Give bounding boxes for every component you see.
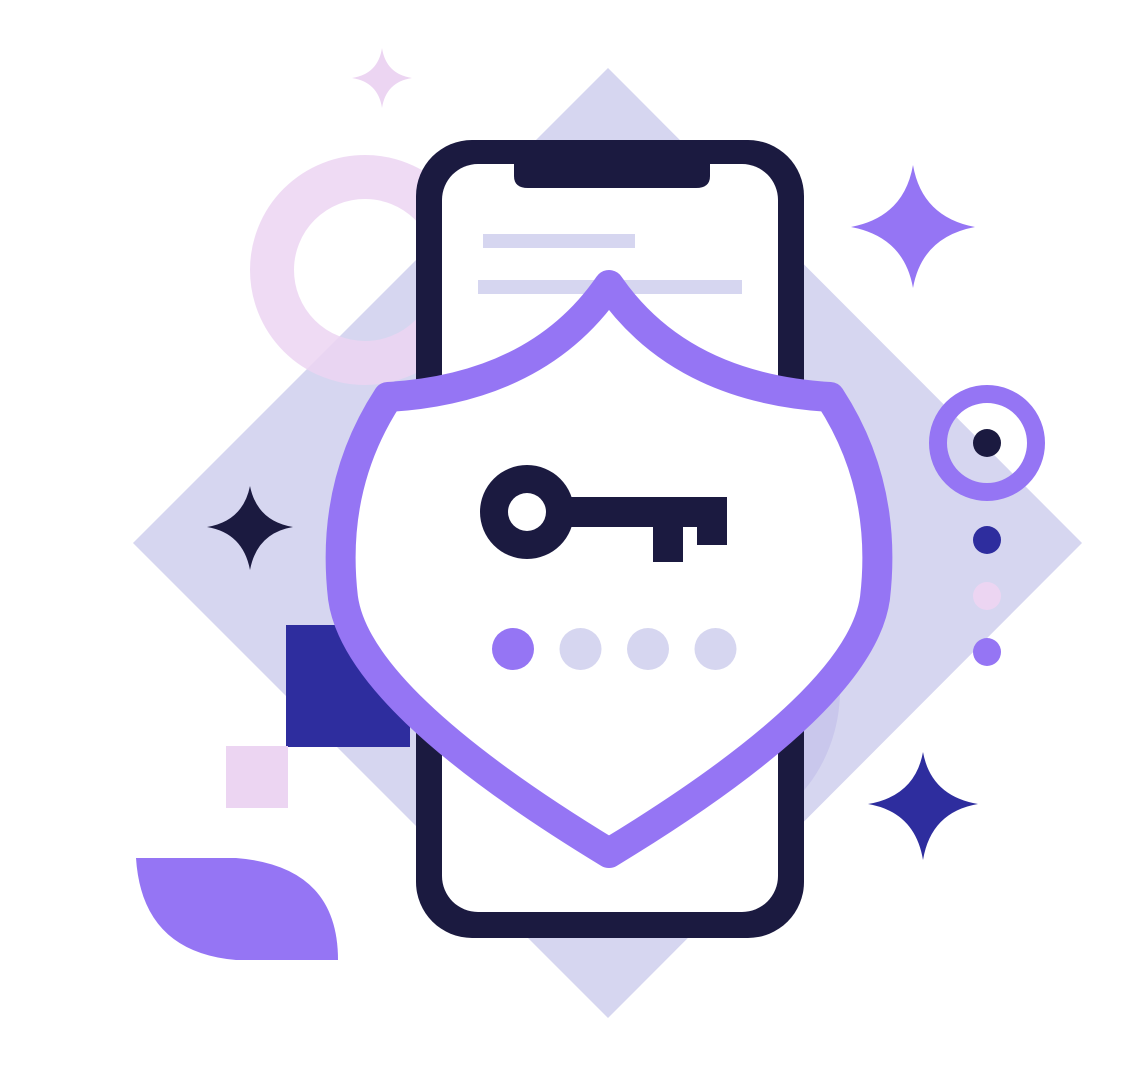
phone-notch xyxy=(514,156,710,188)
pink-square xyxy=(226,746,288,808)
pin-dot-filled-icon xyxy=(492,628,534,670)
ring-center-dot-icon xyxy=(973,429,1001,457)
navy-dot-icon xyxy=(973,526,1001,554)
pin-dot-empty-icon xyxy=(694,628,737,670)
pink-dot-icon xyxy=(973,582,1001,610)
security-illustration xyxy=(133,48,1082,1018)
purple-dot-icon xyxy=(973,638,1001,666)
key-tooth-1 xyxy=(653,520,683,562)
key-bow-hole xyxy=(508,493,546,531)
navy-sparkle-icon xyxy=(868,752,978,860)
screen-line-short xyxy=(483,234,635,248)
purple-leaf-icon xyxy=(136,858,338,960)
pin-dot-empty-icon xyxy=(627,628,669,670)
key-tooth-2 xyxy=(697,520,727,545)
illustration-canvas xyxy=(0,0,1142,1076)
pin-dot-empty-icon xyxy=(559,628,602,670)
pink-sparkle-icon xyxy=(352,48,412,108)
purple-sparkle-icon xyxy=(851,165,975,288)
